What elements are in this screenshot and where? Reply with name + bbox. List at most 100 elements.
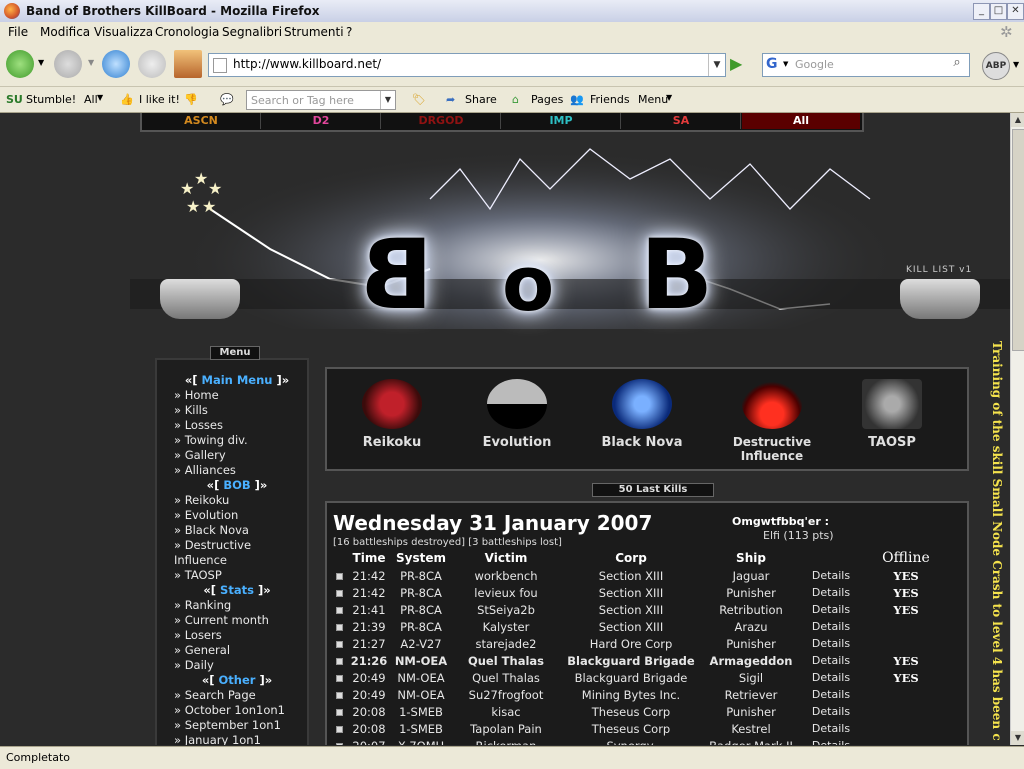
kill-victim[interactable]: Kalyster — [451, 618, 561, 635]
sidebar-item-label[interactable]: October 1on1on1 — [185, 703, 285, 717]
forward-button[interactable] — [54, 50, 82, 78]
kill-details-link[interactable]: Details — [801, 584, 861, 601]
sidebar-item-label[interactable]: Black Nova — [185, 523, 249, 537]
alliance-tab-label[interactable]: SA — [673, 114, 689, 127]
corp-label[interactable]: TAOSP — [868, 435, 916, 450]
tag-dropdown-icon[interactable]: ▼ — [380, 91, 395, 109]
corp-reikoku[interactable]: Reikoku — [327, 379, 457, 450]
corp-label[interactable]: Reikoku — [363, 435, 421, 450]
sidebar-item-label[interactable]: Losses — [185, 418, 223, 432]
sidebar-item-general[interactable]: » General — [172, 643, 302, 658]
search-icon[interactable]: ⌕ — [947, 55, 967, 73]
sidebar-item-current-month[interactable]: » Current month — [172, 613, 302, 628]
kill-victim[interactable]: levieux fou — [451, 584, 561, 601]
sidebar-item-ranking[interactable]: » Ranking — [172, 598, 302, 613]
alliance-tab-label[interactable]: ASCN — [184, 114, 218, 127]
sidebar-item-black-nova[interactable]: » Black Nova — [172, 523, 302, 538]
kill-row[interactable]: 21:39 PR-8CA Kalyster Section XIII Arazu Deta… — [331, 618, 951, 635]
all-dropdown[interactable]: All — [84, 93, 98, 106]
kill-details-link[interactable]: Details — [801, 669, 861, 686]
corp-destructive-influence[interactable]: Destructive Influence — [702, 379, 842, 463]
kill-row[interactable]: 21:26 NM-OEA Quel Thalas Blackguard Brigade… — [331, 652, 951, 669]
kill-victim[interactable]: Su27frogfoot — [451, 686, 561, 703]
kill-victim[interactable]: kisac — [451, 703, 561, 720]
sidebar-item-label[interactable]: Destructive Influence — [174, 538, 251, 567]
kill-details-link[interactable]: Details — [801, 703, 861, 720]
stop-button[interactable] — [138, 50, 166, 78]
sidebar-item-label[interactable]: Towing div. — [185, 433, 248, 447]
black-nova-logo-icon[interactable] — [612, 379, 672, 429]
kill-row[interactable]: 20:07X-7OMURickermanSynergy.Badger Mark … — [331, 737, 951, 745]
kill-row[interactable]: 21:42 PR-8CA levieux fou Section XIII Punish… — [331, 584, 951, 601]
sidebar-item-search-page[interactable]: » Search Page — [172, 688, 302, 703]
kill-victim[interactable]: Quel Thalas — [451, 652, 561, 669]
close-button[interactable]: ✕ — [1007, 3, 1024, 20]
sidebar-item-label[interactable]: Ranking — [185, 598, 232, 612]
kill-details-link[interactable]: Details — [801, 635, 861, 652]
reikoku-logo-icon[interactable] — [362, 379, 422, 429]
sidebar-item-label[interactable]: General — [185, 643, 230, 657]
sidebar-item-home[interactable]: » Home — [172, 388, 302, 403]
sidebar-item-gallery[interactable]: » Gallery — [172, 448, 302, 463]
tag-icon[interactable]: 🏷 — [412, 93, 426, 106]
sidebar-item-label[interactable]: Evolution — [185, 508, 239, 522]
corp-taosp[interactable]: TAOSP — [827, 379, 957, 450]
sidebar-item-label[interactable]: September 1on1 — [185, 718, 281, 732]
kill-details-link[interactable]: Details — [801, 567, 861, 584]
sidebar-item-label[interactable]: Gallery — [185, 448, 226, 462]
thumbs-down-icon[interactable]: 👎 — [184, 93, 198, 106]
alliance-tab-label[interactable]: DRGOD — [418, 114, 463, 127]
alliance-tab-label[interactable]: D2 — [313, 114, 330, 127]
kill-victim[interactable]: StSeiya2b — [451, 601, 561, 618]
corp-black-nova[interactable]: Black Nova — [577, 379, 707, 450]
sidebar-item-daily[interactable]: » Daily — [172, 658, 302, 673]
adblock-dropdown-icon[interactable]: ▼ — [1013, 60, 1019, 69]
kill-victim[interactable]: starejade2 — [451, 635, 561, 652]
back-history-dropdown-icon[interactable]: ▼ — [38, 58, 44, 67]
kill-details-link[interactable]: Details — [801, 737, 861, 745]
url-bar[interactable]: http://www.killboard.net/ ▼ — [208, 53, 726, 77]
sidebar-item-alliances[interactable]: » Alliances — [172, 463, 302, 478]
alliance-tab-label[interactable]: IMP — [549, 114, 572, 127]
back-button[interactable] — [6, 50, 34, 78]
sidebar-item-label[interactable]: TAOSP — [185, 568, 222, 582]
pages-button[interactable]: Pages — [531, 93, 563, 106]
menu-file[interactable]: File — [8, 25, 28, 39]
sidebar-item-label[interactable]: Home — [185, 388, 219, 402]
sidebar-item-kills[interactable]: » Kills — [172, 403, 302, 418]
home-button[interactable] — [174, 50, 202, 78]
kill-row[interactable]: 21:42 PR-8CA workbench Section XIII Jaguar De… — [331, 567, 951, 584]
kill-row[interactable]: 20:49 NM-OEA Su27frogfoot Mining Bytes Inc.… — [331, 686, 951, 703]
sidebar-item-january-1on1[interactable]: » January 1on1 — [172, 733, 302, 745]
go-button[interactable]: ▶ — [730, 54, 750, 74]
kill-victim[interactable]: workbench — [451, 567, 561, 584]
corp-label[interactable]: Destructive Influence — [733, 435, 811, 463]
kill-victim[interactable]: Tapolan Pain — [451, 720, 561, 737]
sidebar-item-october-1on1on1[interactable]: » October 1on1on1 — [172, 703, 302, 718]
scroll-up-icon[interactable]: ▲ — [1011, 113, 1024, 127]
tag-placeholder[interactable]: Search or Tag here — [251, 94, 354, 107]
scroll-down-icon[interactable]: ▼ — [1011, 731, 1024, 745]
share-button[interactable]: Share — [465, 93, 497, 106]
url-dropdown-icon[interactable]: ▼ — [708, 54, 725, 76]
scroll-thumb[interactable] — [1012, 129, 1024, 351]
kill-details-link[interactable]: Details — [801, 618, 861, 635]
search-placeholder[interactable]: Google — [795, 58, 834, 71]
thumbs-up-icon[interactable]: 👍 — [120, 93, 134, 106]
sidebar-item-losers[interactable]: » Losers — [172, 628, 302, 643]
menu-help[interactable]: ? — [346, 25, 352, 39]
kill-row[interactable]: 20:49 NM-OEA Quel Thalas Blackguard Brigade… — [331, 669, 951, 686]
sidebar-item-label[interactable]: Alliances — [185, 463, 236, 477]
alliance-tab-imp[interactable]: IMP — [502, 113, 621, 129]
stumble-button[interactable]: Stumble! — [26, 93, 76, 106]
corp-label[interactable]: Black Nova — [601, 435, 682, 450]
minimize-button[interactable]: _ — [973, 3, 990, 20]
google-icon[interactable]: G — [766, 56, 778, 72]
toolbar-menu-button[interactable]: Menu — [638, 93, 668, 106]
kill-details-link[interactable]: Details — [801, 720, 861, 737]
i-like-it-button[interactable]: I like it! — [139, 93, 180, 106]
taosp-logo-icon[interactable] — [862, 379, 922, 429]
alliance-tab-ascn[interactable]: ASCN — [142, 113, 261, 129]
alliance-tab-drgod[interactable]: DRGOD — [382, 113, 501, 129]
kill-row[interactable]: 21:41 PR-8CA StSeiya2b Section XIII Retribut… — [331, 601, 951, 618]
